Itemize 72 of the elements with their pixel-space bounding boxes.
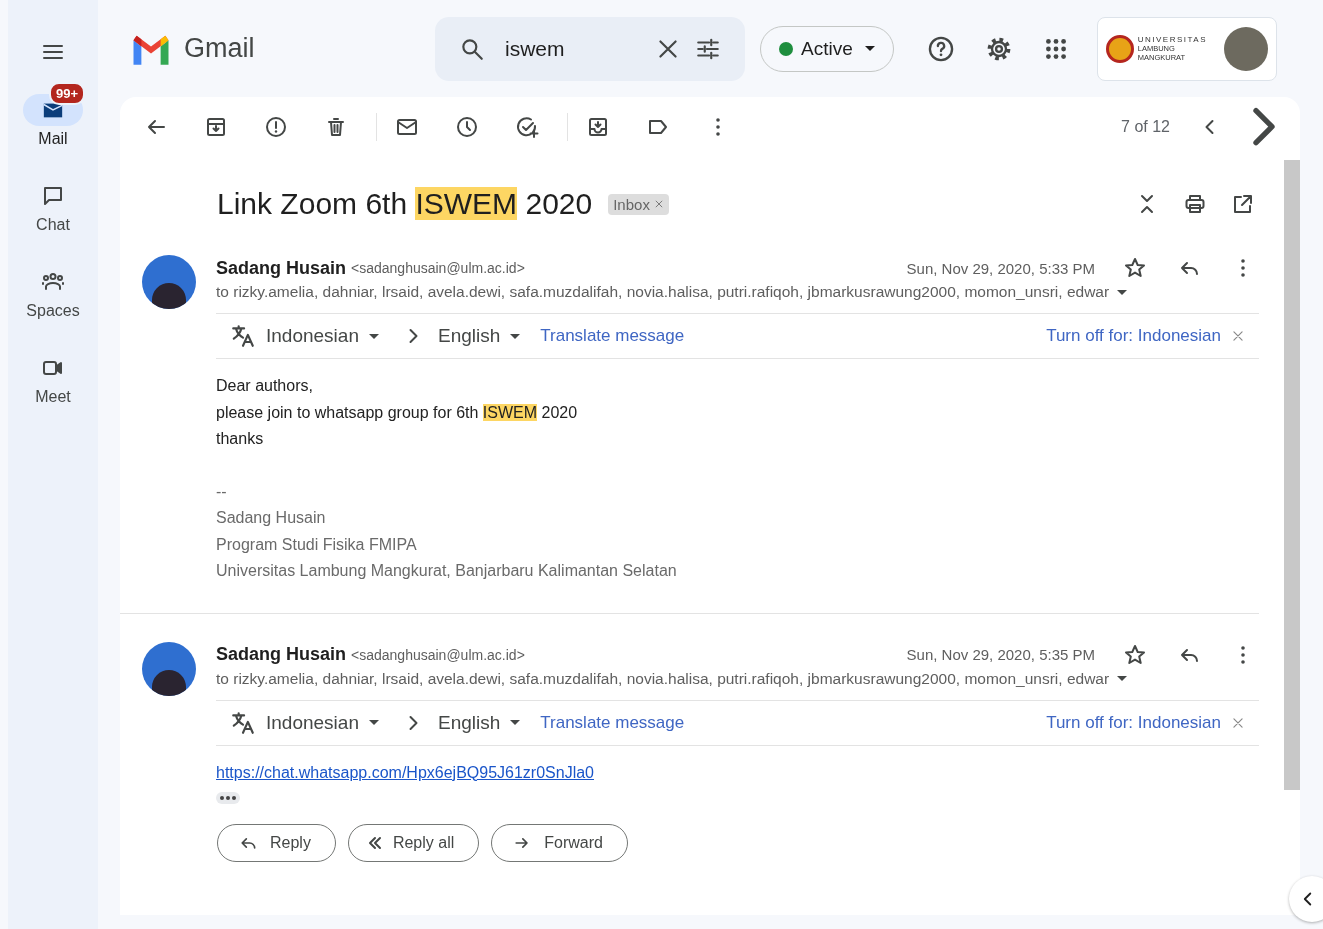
show-details-caret-icon[interactable] bbox=[1117, 676, 1128, 681]
help-icon[interactable] bbox=[926, 34, 955, 63]
show-details-caret-icon[interactable] bbox=[1117, 289, 1128, 295]
recipients-list: to rizky.amelia, dahniar, lrsaid, avela.dewi, safa.muzdalifah, novia.halisa, putri.rafiqoh, jbmarkusrawung2000, momon_unsri, edwar bbox=[216, 669, 1110, 688]
translate-icon bbox=[230, 709, 256, 736]
sender-email: <sadanghusain@ulm.ac.id> bbox=[351, 646, 525, 663]
caret-icon bbox=[510, 720, 521, 725]
search-field[interactable]: iswem bbox=[499, 36, 641, 61]
recipients-list: to rizky.amelia, dahniar, lrsaid, avela.dewi, safa.muzdalifah, novia.halisa, putri.rafiqoh, jbmarkusrawung2000, momon_unsri, edwar bbox=[216, 283, 1110, 301]
source-language-dropdown[interactable]: Indonesian bbox=[266, 325, 379, 347]
reply-button[interactable]: Reply bbox=[217, 824, 336, 862]
university-seal-icon bbox=[1105, 34, 1134, 63]
report-spam-icon[interactable] bbox=[264, 115, 288, 139]
add-task-icon[interactable] bbox=[515, 115, 539, 139]
translate-message-link[interactable]: Translate message bbox=[540, 712, 685, 733]
signature-line: Sadang Husain bbox=[216, 508, 327, 528]
turn-off-translation-link[interactable]: Turn off for: Indonesian bbox=[1046, 326, 1221, 346]
caret-icon bbox=[510, 333, 521, 339]
status-dropdown[interactable]: Active bbox=[760, 25, 894, 72]
reply-all-icon bbox=[368, 837, 381, 849]
caret-icon bbox=[864, 46, 875, 51]
message-date: Sun, Nov 29, 2020, 5:33 PM bbox=[906, 259, 1095, 277]
arrow-chevron-icon bbox=[408, 715, 418, 730]
dismiss-icon[interactable] bbox=[1231, 329, 1245, 343]
rail-nav-item[interactable]: Meet bbox=[23, 338, 83, 406]
next-chevron-icon[interactable] bbox=[1252, 108, 1276, 146]
print-icon[interactable] bbox=[1183, 192, 1207, 216]
reply-all-button[interactable]: Reply all bbox=[347, 824, 480, 862]
source-language-dropdown[interactable]: Indonesian bbox=[266, 711, 379, 734]
message-text-line: please join to whatsapp group for 6th ISWEM 2020 bbox=[216, 402, 579, 423]
signature-line: Universitas Lambung Mangkurat, Banjarbaru Kalimantan Selatan bbox=[216, 561, 678, 581]
rail-nav-item[interactable]: Chat bbox=[23, 166, 83, 234]
translate-icon bbox=[230, 323, 256, 349]
message-text-line: thanks bbox=[216, 429, 265, 449]
chat-icon bbox=[41, 184, 65, 208]
turn-off-translation-link[interactable]: Turn off for: Indonesian bbox=[1046, 712, 1221, 733]
email-subject: Link Zoom 6th ISWEM 2020 bbox=[217, 187, 593, 221]
sender-avatar bbox=[142, 641, 196, 696]
whatsapp-link[interactable]: https://chat.whatsapp.com/Hpx6ejBQ95J61zr0SnJla0 bbox=[216, 763, 594, 781]
inbox-label-chip[interactable]: Inbox bbox=[608, 193, 669, 215]
caret-icon bbox=[368, 333, 379, 339]
snooze-clock-icon[interactable] bbox=[455, 115, 479, 139]
translate-message-link[interactable]: Translate message bbox=[540, 326, 685, 346]
move-to-inbox-icon[interactable] bbox=[586, 115, 610, 139]
remove-label-icon[interactable] bbox=[653, 199, 664, 209]
scrollbar-thumb[interactable] bbox=[1284, 160, 1300, 790]
arrow-chevron-icon bbox=[408, 329, 418, 343]
sender-name: Sadang Husain bbox=[216, 644, 347, 665]
star-icon[interactable] bbox=[1123, 642, 1147, 667]
conversation-position: 7 of 12 bbox=[1121, 118, 1170, 136]
open-new-window-icon[interactable] bbox=[1231, 192, 1255, 216]
caret-icon bbox=[368, 720, 379, 725]
signature-line: -- bbox=[216, 481, 228, 502]
archive-icon[interactable] bbox=[204, 115, 228, 139]
forward-button[interactable]: Forward bbox=[491, 824, 628, 862]
sender-name: Sadang Husain bbox=[216, 257, 347, 279]
dismiss-icon[interactable] bbox=[1231, 715, 1245, 730]
org-name: UNIVERSITAS bbox=[1137, 35, 1208, 44]
message-date: Sun, Nov 29, 2020, 5:35 PM bbox=[906, 646, 1095, 663]
rail-nav-item[interactable]: 99+ Mail bbox=[23, 80, 83, 148]
gmail-wordmark: Gmail bbox=[184, 33, 255, 64]
target-language-dropdown[interactable]: English bbox=[437, 711, 521, 734]
show-trimmed-content-button[interactable] bbox=[216, 792, 240, 804]
unread-count-badge: 99+ bbox=[49, 82, 86, 105]
message-text-line: Dear authors, bbox=[216, 376, 314, 396]
star-icon[interactable] bbox=[1123, 256, 1147, 280]
signature-line: Program Studi Fisika FMIPA bbox=[216, 534, 418, 555]
sender-email: <sadanghusain@ulm.ac.id> bbox=[351, 260, 525, 276]
rail-nav-item[interactable]: Spaces bbox=[23, 252, 83, 320]
sender-avatar bbox=[142, 255, 196, 309]
side-panel-toggle-button[interactable] bbox=[1289, 876, 1323, 922]
target-language-dropdown[interactable]: English bbox=[437, 325, 521, 347]
